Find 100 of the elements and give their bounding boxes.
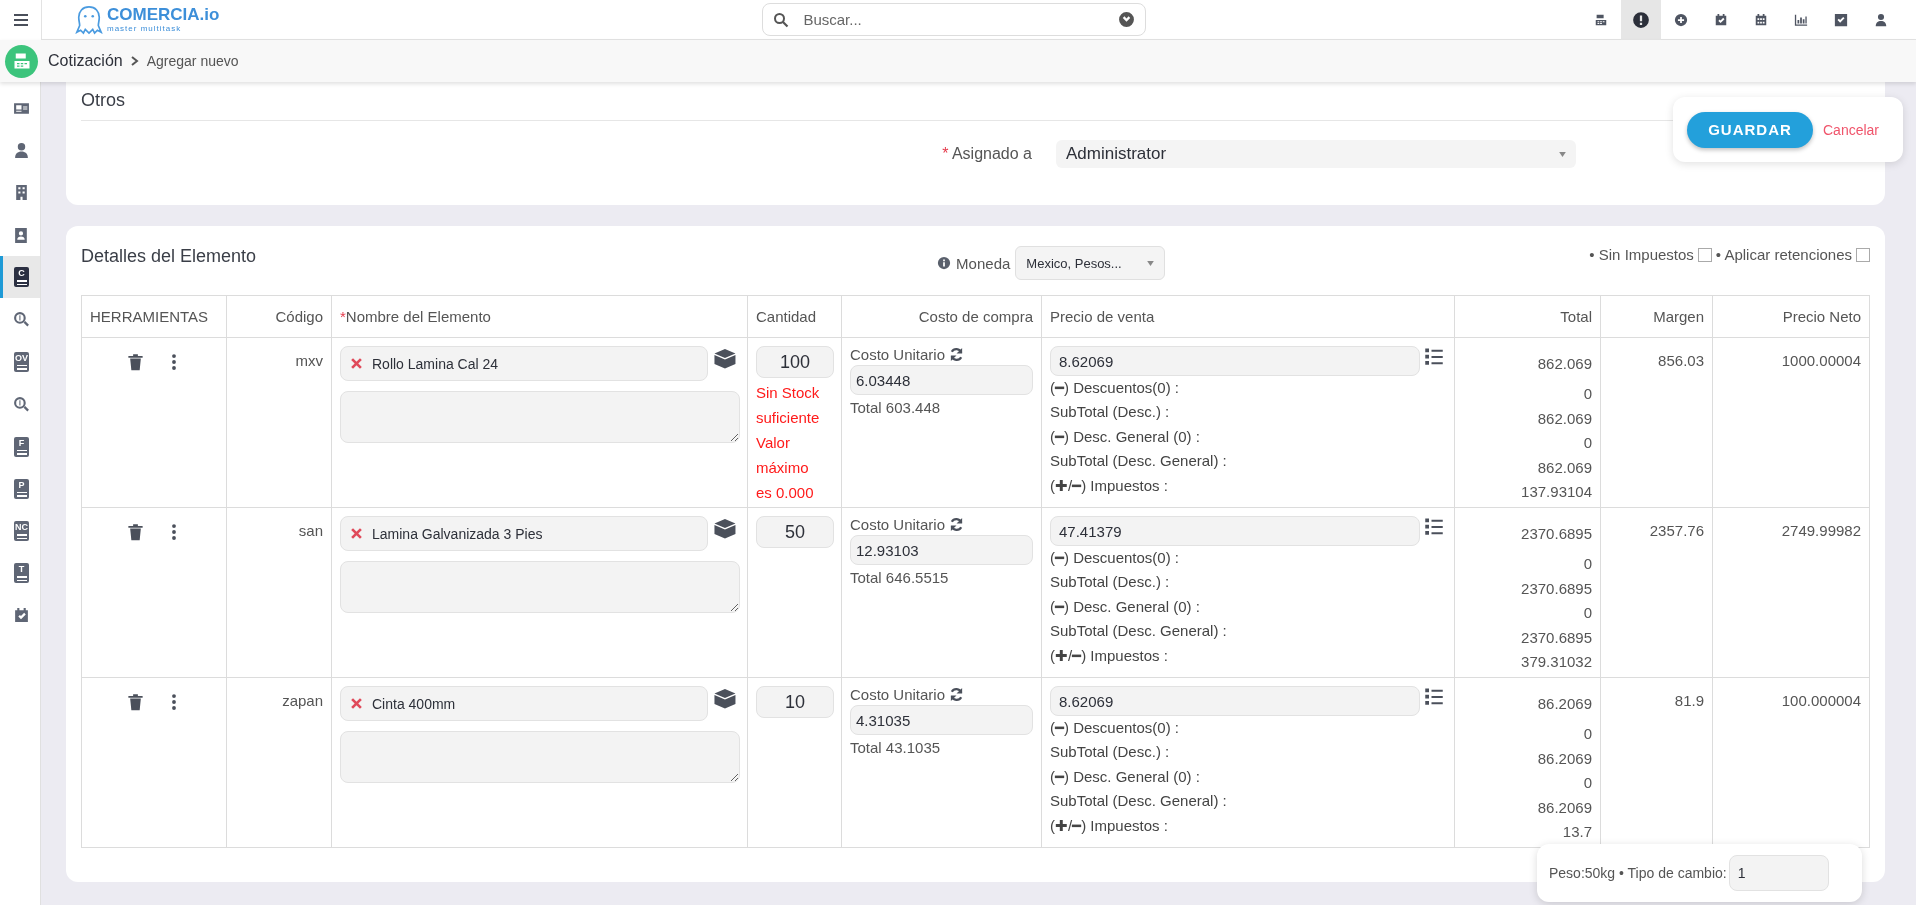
quantity-field[interactable]: 10 <box>756 686 834 718</box>
plus-icon <box>1674 12 1688 27</box>
table-cell: 2749.99982 <box>1781 522 1861 539</box>
column-header: Precio Neto <box>1712 295 1870 338</box>
cost-total: Total 646.5515 <box>850 569 950 586</box>
table-cell-text: 0 <box>1582 724 1592 745</box>
table-cell-text: 2370.6895 <box>1520 524 1592 544</box>
column-header: HERRAMIENTAS <box>81 295 227 338</box>
caret-icon <box>1559 151 1566 157</box>
sidebar-item[interactable]: OV <box>0 340 40 384</box>
cost-total: Total 603.448 <box>850 399 942 416</box>
checkbox-icon <box>1834 12 1848 27</box>
currency-select[interactable]: Mexico, Pesos... <box>1015 246 1166 280</box>
sidebar-item[interactable]: C <box>0 256 40 299</box>
list-icon[interactable] <box>1423 686 1445 706</box>
weight-label: Peso:50kg • Tipo de cambio: <box>1549 865 1727 881</box>
table-cell: san <box>298 522 323 539</box>
item-name-field[interactable]: Lamina Galvanizada 3 Pies <box>340 516 709 551</box>
sale-price-field[interactable]: 8.62069 <box>1050 346 1420 376</box>
chevron-down-icon[interactable] <box>1118 11 1136 28</box>
table-cell: mxv <box>295 352 323 369</box>
toolbar-button[interactable] <box>1621 0 1661 40</box>
remove-icon[interactable] <box>351 528 362 539</box>
magnifier-icon <box>13 311 30 329</box>
contact-book-icon <box>13 226 30 244</box>
table-cell-text: 86.2069 <box>1536 797 1592 818</box>
sidebar-item[interactable]: P <box>0 467 40 510</box>
option-label: • Aplicar retenciones <box>1715 246 1852 263</box>
breakdown-label: (✚/━) Impuestos : <box>1050 815 1169 836</box>
list-icon[interactable] <box>1423 346 1445 366</box>
note-field[interactable] <box>340 731 740 783</box>
document-icon: NC <box>14 521 29 542</box>
breakdown-label: (━) Desc. General (0) : <box>1050 766 1201 787</box>
trash-icon[interactable] <box>125 352 145 372</box>
table-cell: 856.03 <box>1658 352 1704 369</box>
item-name-field[interactable]: Rollo Lamina Cal 24 <box>340 346 709 381</box>
field-label: Costo Unitario <box>850 516 946 533</box>
breakdown-label: SubTotal (Desc. General) : <box>1050 621 1228 642</box>
octopus-icon <box>75 4 103 35</box>
breakdown-label: (━) Descuentos(0) : <box>1050 718 1181 738</box>
table-cell-text: 86.2069 <box>1536 694 1592 714</box>
table-cell-text: 862.069 <box>1536 408 1592 429</box>
remove-icon[interactable] <box>351 698 362 709</box>
menu-button[interactable] <box>0 0 42 40</box>
refresh-icon[interactable] <box>949 517 965 532</box>
note-field[interactable] <box>340 391 740 443</box>
table-cell-text: 2370.6895 <box>1520 627 1592 648</box>
breadcrumb-link[interactable]: Agregar nuevo <box>146 53 239 69</box>
bar-chart-icon <box>1794 12 1808 27</box>
user-icon <box>13 141 30 159</box>
sidebar-item[interactable]: F <box>0 425 40 468</box>
table-cell-text: 862.069 <box>1536 354 1592 374</box>
sidebar-item[interactable]: NC <box>0 509 40 553</box>
breakdown-label: SubTotal (Desc.) : <box>1050 572 1171 593</box>
breakdown-label: (✚/━) Impuestos : <box>1050 645 1169 666</box>
search-input[interactable]: Buscar... <box>801 10 1107 29</box>
trash-icon[interactable] <box>125 522 145 542</box>
remove-icon[interactable] <box>351 358 362 369</box>
sidebar-item[interactable]: T <box>0 552 40 595</box>
document-icon: P <box>14 478 29 499</box>
breakdown-label: SubTotal (Desc.) : <box>1050 742 1171 763</box>
trash-icon[interactable] <box>125 692 145 712</box>
sale-price-field[interactable]: 47.41379 <box>1050 516 1420 546</box>
breakdown-label: SubTotal (Desc. General) : <box>1050 791 1228 812</box>
unit-cost-field[interactable]: 6.03448 <box>850 365 1033 395</box>
note-field[interactable] <box>340 561 740 613</box>
sale-price-field[interactable]: 8.62069 <box>1050 686 1420 716</box>
document-icon: OV <box>14 351 29 372</box>
list-icon[interactable] <box>1423 516 1445 536</box>
unit-cost-field[interactable]: 12.93103 <box>850 535 1033 565</box>
user-icon <box>1874 12 1888 27</box>
table-cell-text: 0 <box>1582 603 1592 624</box>
column-header: Margen <box>1600 295 1713 338</box>
column-header: Código <box>226 295 332 338</box>
column-header: Total <box>1454 295 1601 338</box>
breadcrumb-link[interactable]: Cotización <box>48 52 123 70</box>
breakdown-label: (✚/━) Impuestos : <box>1050 475 1169 496</box>
table-cell-text: 86.2069 <box>1536 748 1592 769</box>
breakdown-label: (━) Descuentos(0) : <box>1050 548 1181 568</box>
logo-text: COMERCIA.io <box>107 6 220 23</box>
column-header: Cantidad <box>747 295 842 338</box>
breakdown-label: (━) Descuentos(0) : <box>1050 378 1181 398</box>
breakdown-label: SubTotal (Desc.) : <box>1050 402 1171 423</box>
section-title: Otros <box>81 90 126 111</box>
breakdown-label: (━) Desc. General (0) : <box>1050 596 1201 617</box>
column-header: Costo de compra <box>841 295 1042 338</box>
quantity-field[interactable]: 100 <box>756 346 834 378</box>
refresh-icon[interactable] <box>949 687 965 702</box>
magnifier-icon <box>13 395 30 413</box>
search-field[interactable]: Buscar... <box>762 3 1147 36</box>
checkbox[interactable] <box>1697 247 1712 262</box>
table-cell-text: 2370.6895 <box>1520 578 1592 599</box>
table-cell-text: 0 <box>1582 773 1592 794</box>
checkbox[interactable] <box>1856 247 1870 262</box>
exchange-rate-field[interactable]: 1 <box>1728 855 1829 891</box>
quantity-field[interactable]: 50 <box>756 516 834 548</box>
unit-cost-field[interactable]: 4.31035 <box>850 705 1033 735</box>
refresh-icon[interactable] <box>949 347 965 362</box>
item-name-field[interactable]: Cinta 400mm <box>340 686 709 721</box>
assignee-select[interactable]: Administrator <box>1056 140 1576 168</box>
